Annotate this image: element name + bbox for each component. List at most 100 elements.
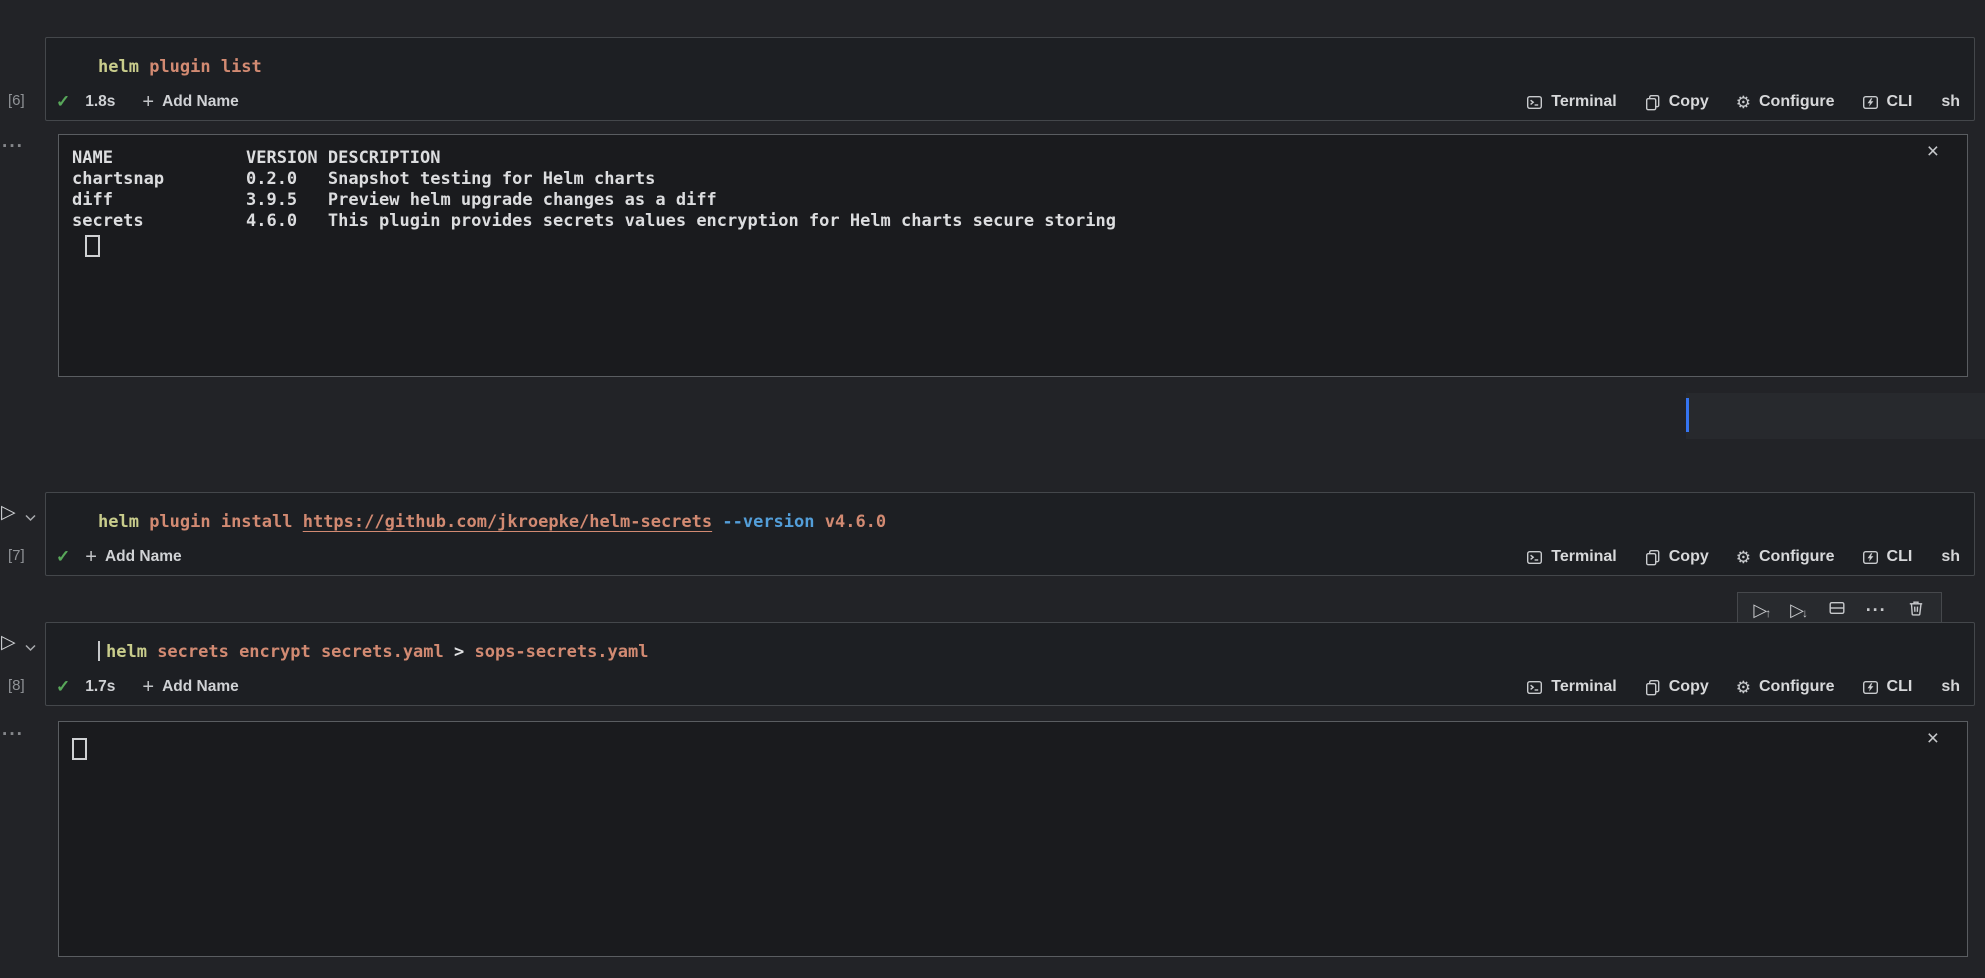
terminal-output [59, 722, 1967, 760]
add-name-button[interactable]: + Add Name [85, 547, 181, 567]
chevron-down-icon[interactable] [25, 640, 36, 655]
terminal-icon [1526, 549, 1543, 566]
command-token: --version [722, 512, 814, 532]
command-token: v4.6.0 [815, 512, 887, 532]
output-panel-6: NAME VERSION DESCRIPTION chartsnap 0.2.0… [58, 134, 1968, 377]
execution-count-8: [8] [8, 674, 25, 698]
code-cell-7: helm plugin install https://github.com/j… [45, 492, 1975, 576]
execution-duration: 1.8s [85, 93, 115, 111]
add-name-label: Add Name [105, 548, 182, 566]
terminal-output: NAME VERSION DESCRIPTION chartsnap 0.2.0… [59, 135, 1967, 257]
terminal-cursor [72, 738, 87, 760]
plus-icon: + [85, 547, 97, 567]
chevron-down-icon[interactable] [25, 510, 36, 525]
command-token [712, 512, 722, 532]
cli-icon [1862, 94, 1879, 111]
command-token: plugin install [139, 512, 303, 532]
configure-button[interactable]: ⚙ Configure [1736, 548, 1835, 566]
output-line: chartsnap 0.2.0 Snapshot testing for Hel… [72, 169, 1967, 190]
cli-icon [1862, 679, 1879, 696]
copy-icon [1644, 679, 1661, 696]
command-token: sops-secrets.yaml [464, 642, 648, 662]
copy-icon [1644, 94, 1661, 111]
cell-toolbar: Terminal Copy ⚙ Configure CLI sh [1526, 548, 1960, 566]
add-name-label: Add Name [162, 678, 239, 696]
command-token: plugin list [139, 57, 262, 77]
add-name-button[interactable]: + Add Name [142, 677, 238, 697]
command-token: helm [106, 642, 147, 662]
cli-button[interactable]: CLI [1862, 548, 1913, 566]
text-cursor [98, 641, 100, 661]
add-name-button[interactable]: + Add Name [142, 92, 238, 112]
command-token: helm [98, 57, 139, 77]
output-line: secrets 4.6.0 This plugin provides secre… [72, 211, 1967, 232]
run-cell-icon[interactable]: ▷ [1, 503, 16, 522]
configure-button[interactable]: ⚙ Configure [1736, 93, 1835, 111]
terminal-button[interactable]: Terminal [1526, 93, 1617, 111]
cli-button[interactable]: CLI [1862, 678, 1913, 696]
code-cell-6: helm plugin list ✓ 1.8s + Add Name Termi… [45, 37, 1975, 121]
terminal-label: Terminal [1551, 548, 1617, 566]
copy-button[interactable]: Copy [1644, 93, 1709, 111]
gear-icon: ⚙ [1736, 549, 1751, 566]
terminal-button[interactable]: Terminal [1526, 678, 1617, 696]
command-line[interactable]: helm plugin install https://github.com/j… [98, 509, 1956, 535]
cli-button[interactable]: CLI [1862, 93, 1913, 111]
cell-status-row: ✓ + Add Name Terminal Copy ⚙ Configure [46, 545, 1974, 569]
copy-label: Copy [1669, 93, 1709, 111]
command-line[interactable]: helm plugin list [98, 54, 1956, 80]
command-token: > [454, 642, 464, 662]
ellipsis-icon: ··· [1866, 604, 1887, 616]
copy-label: Copy [1669, 678, 1709, 696]
cell-status-row: ✓ 1.7s + Add Name Terminal Copy ⚙ [46, 675, 1974, 699]
cell-status-row: ✓ 1.8s + Add Name Terminal Copy ⚙ [46, 90, 1974, 114]
language-label: sh [1941, 548, 1960, 566]
configure-label: Configure [1759, 548, 1835, 566]
copy-button[interactable]: Copy [1644, 678, 1709, 696]
terminal-button[interactable]: Terminal [1526, 548, 1617, 566]
terminal-label: Terminal [1551, 93, 1617, 111]
cell-toolbar: Terminal Copy ⚙ Configure CLI sh [1526, 93, 1960, 111]
gear-icon: ⚙ [1736, 679, 1751, 696]
terminal-icon [1526, 94, 1543, 111]
output-more-actions-icon[interactable]: ··· [2, 140, 24, 154]
execute-below-button[interactable]: ▷ ↓ [1790, 601, 1808, 619]
configure-label: Configure [1759, 93, 1835, 111]
terminal-label: Terminal [1551, 678, 1617, 696]
execution-count-6: [6] [8, 89, 25, 113]
cli-label: CLI [1887, 678, 1913, 696]
command-line[interactable]: helm secrets encrypt secrets.yaml > sops… [98, 639, 1956, 665]
output-more-actions-icon[interactable]: ··· [2, 728, 24, 742]
copy-label: Copy [1669, 548, 1709, 566]
split-cell-button[interactable] [1827, 598, 1847, 621]
language-label: sh [1941, 678, 1960, 696]
configure-label: Configure [1759, 678, 1835, 696]
terminal-icon [1526, 679, 1543, 696]
arrow-up-icon: ↑ [1765, 607, 1771, 619]
success-check-icon: ✓ [56, 545, 70, 569]
configure-button[interactable]: ⚙ Configure [1736, 678, 1835, 696]
command-url: https://github.com/jkroepke/helm-secrets [303, 512, 712, 532]
execution-count-7: [7] [8, 544, 25, 568]
notebook-page: [6] helm plugin list ✓ 1.8s + Add Name T… [0, 0, 1985, 978]
split-cell-icon [1827, 598, 1847, 621]
close-output-icon[interactable]: × [1927, 141, 1939, 162]
output-line: diff 3.9.5 Preview helm upgrade changes … [72, 190, 1967, 211]
gear-icon: ⚙ [1736, 94, 1751, 111]
plus-icon: + [142, 92, 154, 112]
close-output-icon[interactable]: × [1927, 728, 1939, 749]
add-name-label: Add Name [162, 93, 239, 111]
execute-above-button[interactable]: ▷ ↑ [1753, 601, 1771, 619]
more-actions-button[interactable]: ··· [1866, 604, 1887, 616]
run-cell-icon[interactable]: ▷ [1, 633, 16, 652]
hover-panel-fragment [1686, 393, 1985, 439]
terminal-cursor [85, 235, 100, 257]
command-token: secrets encrypt secrets.yaml [147, 642, 454, 662]
copy-button[interactable]: Copy [1644, 548, 1709, 566]
code-cell-8: helm secrets encrypt secrets.yaml > sops… [45, 622, 1975, 706]
cli-label: CLI [1887, 93, 1913, 111]
success-check-icon: ✓ [56, 675, 70, 699]
cli-icon [1862, 549, 1879, 566]
plus-icon: + [142, 677, 154, 697]
delete-cell-button[interactable] [1906, 598, 1926, 621]
